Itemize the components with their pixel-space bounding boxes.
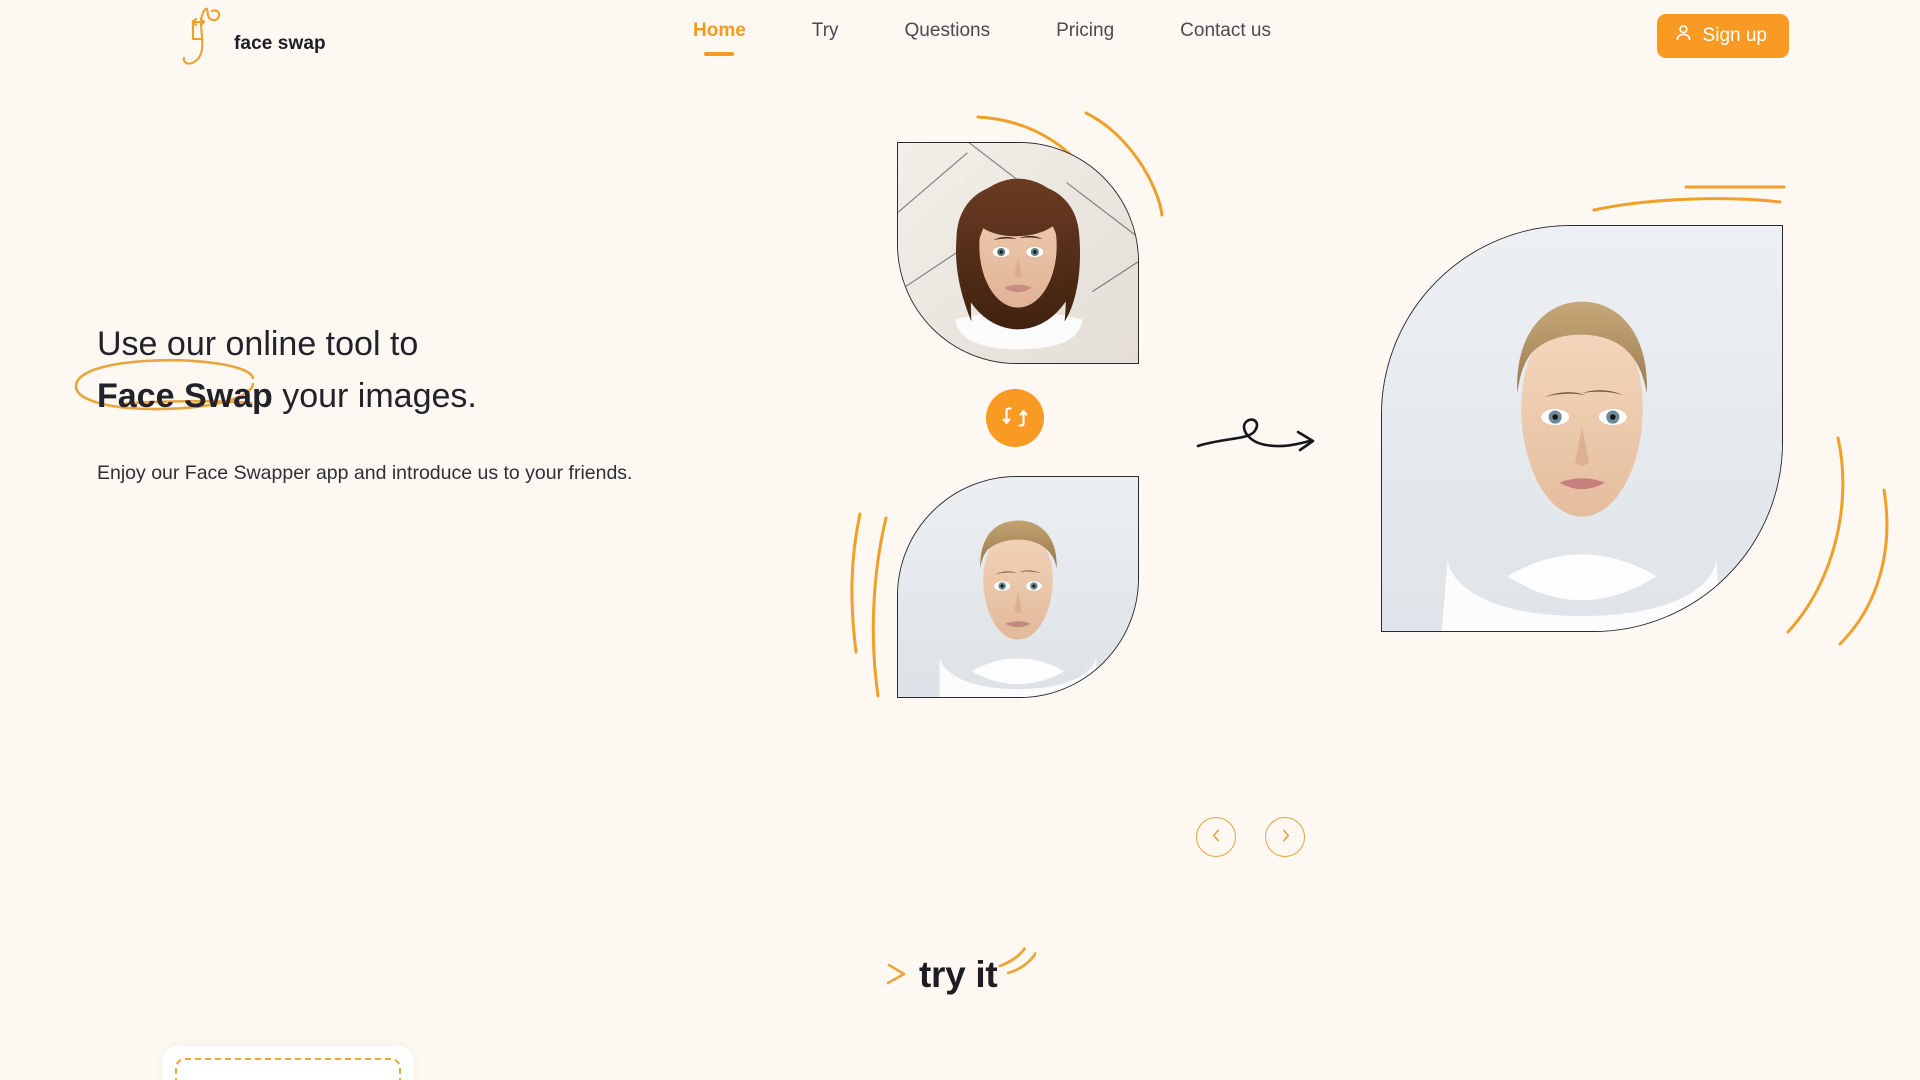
face-swapped-result-portrait [1382,226,1782,631]
source-image-card[interactable] [897,142,1139,364]
woman-with-brown-hair-portrait [898,143,1138,363]
motion-arcs-icon [998,945,1038,984]
swap-button[interactable] [986,389,1044,447]
chevron-right-icon [1278,828,1293,846]
arc-pair-bottom-right-of-result-icon [1778,430,1898,665]
carousel-next-button[interactable] [1265,817,1305,857]
curly-loop-arrow-icon [1192,408,1328,475]
headline-emphasis: Face Swap [97,377,273,415]
swap-vertical-arrows-icon [1002,404,1028,433]
result-image-card[interactable] [1381,225,1783,632]
chevron-left-icon [1209,828,1224,846]
target-image-card[interactable] [897,476,1139,698]
try-it-cta[interactable]: try it [885,940,1038,1010]
carousel-navigation [1196,817,1305,857]
line-pair-above-result-icon [1588,180,1788,227]
dashed-dropzone-border [175,1058,401,1080]
chevron-right-accent-icon [885,958,911,993]
upload-card-preview[interactable] [163,1046,413,1080]
young-man-portrait [898,477,1138,697]
showcase-stage: try it [0,0,1920,1080]
try-it-label: try it [919,954,998,995]
carousel-prev-button[interactable] [1196,817,1236,857]
